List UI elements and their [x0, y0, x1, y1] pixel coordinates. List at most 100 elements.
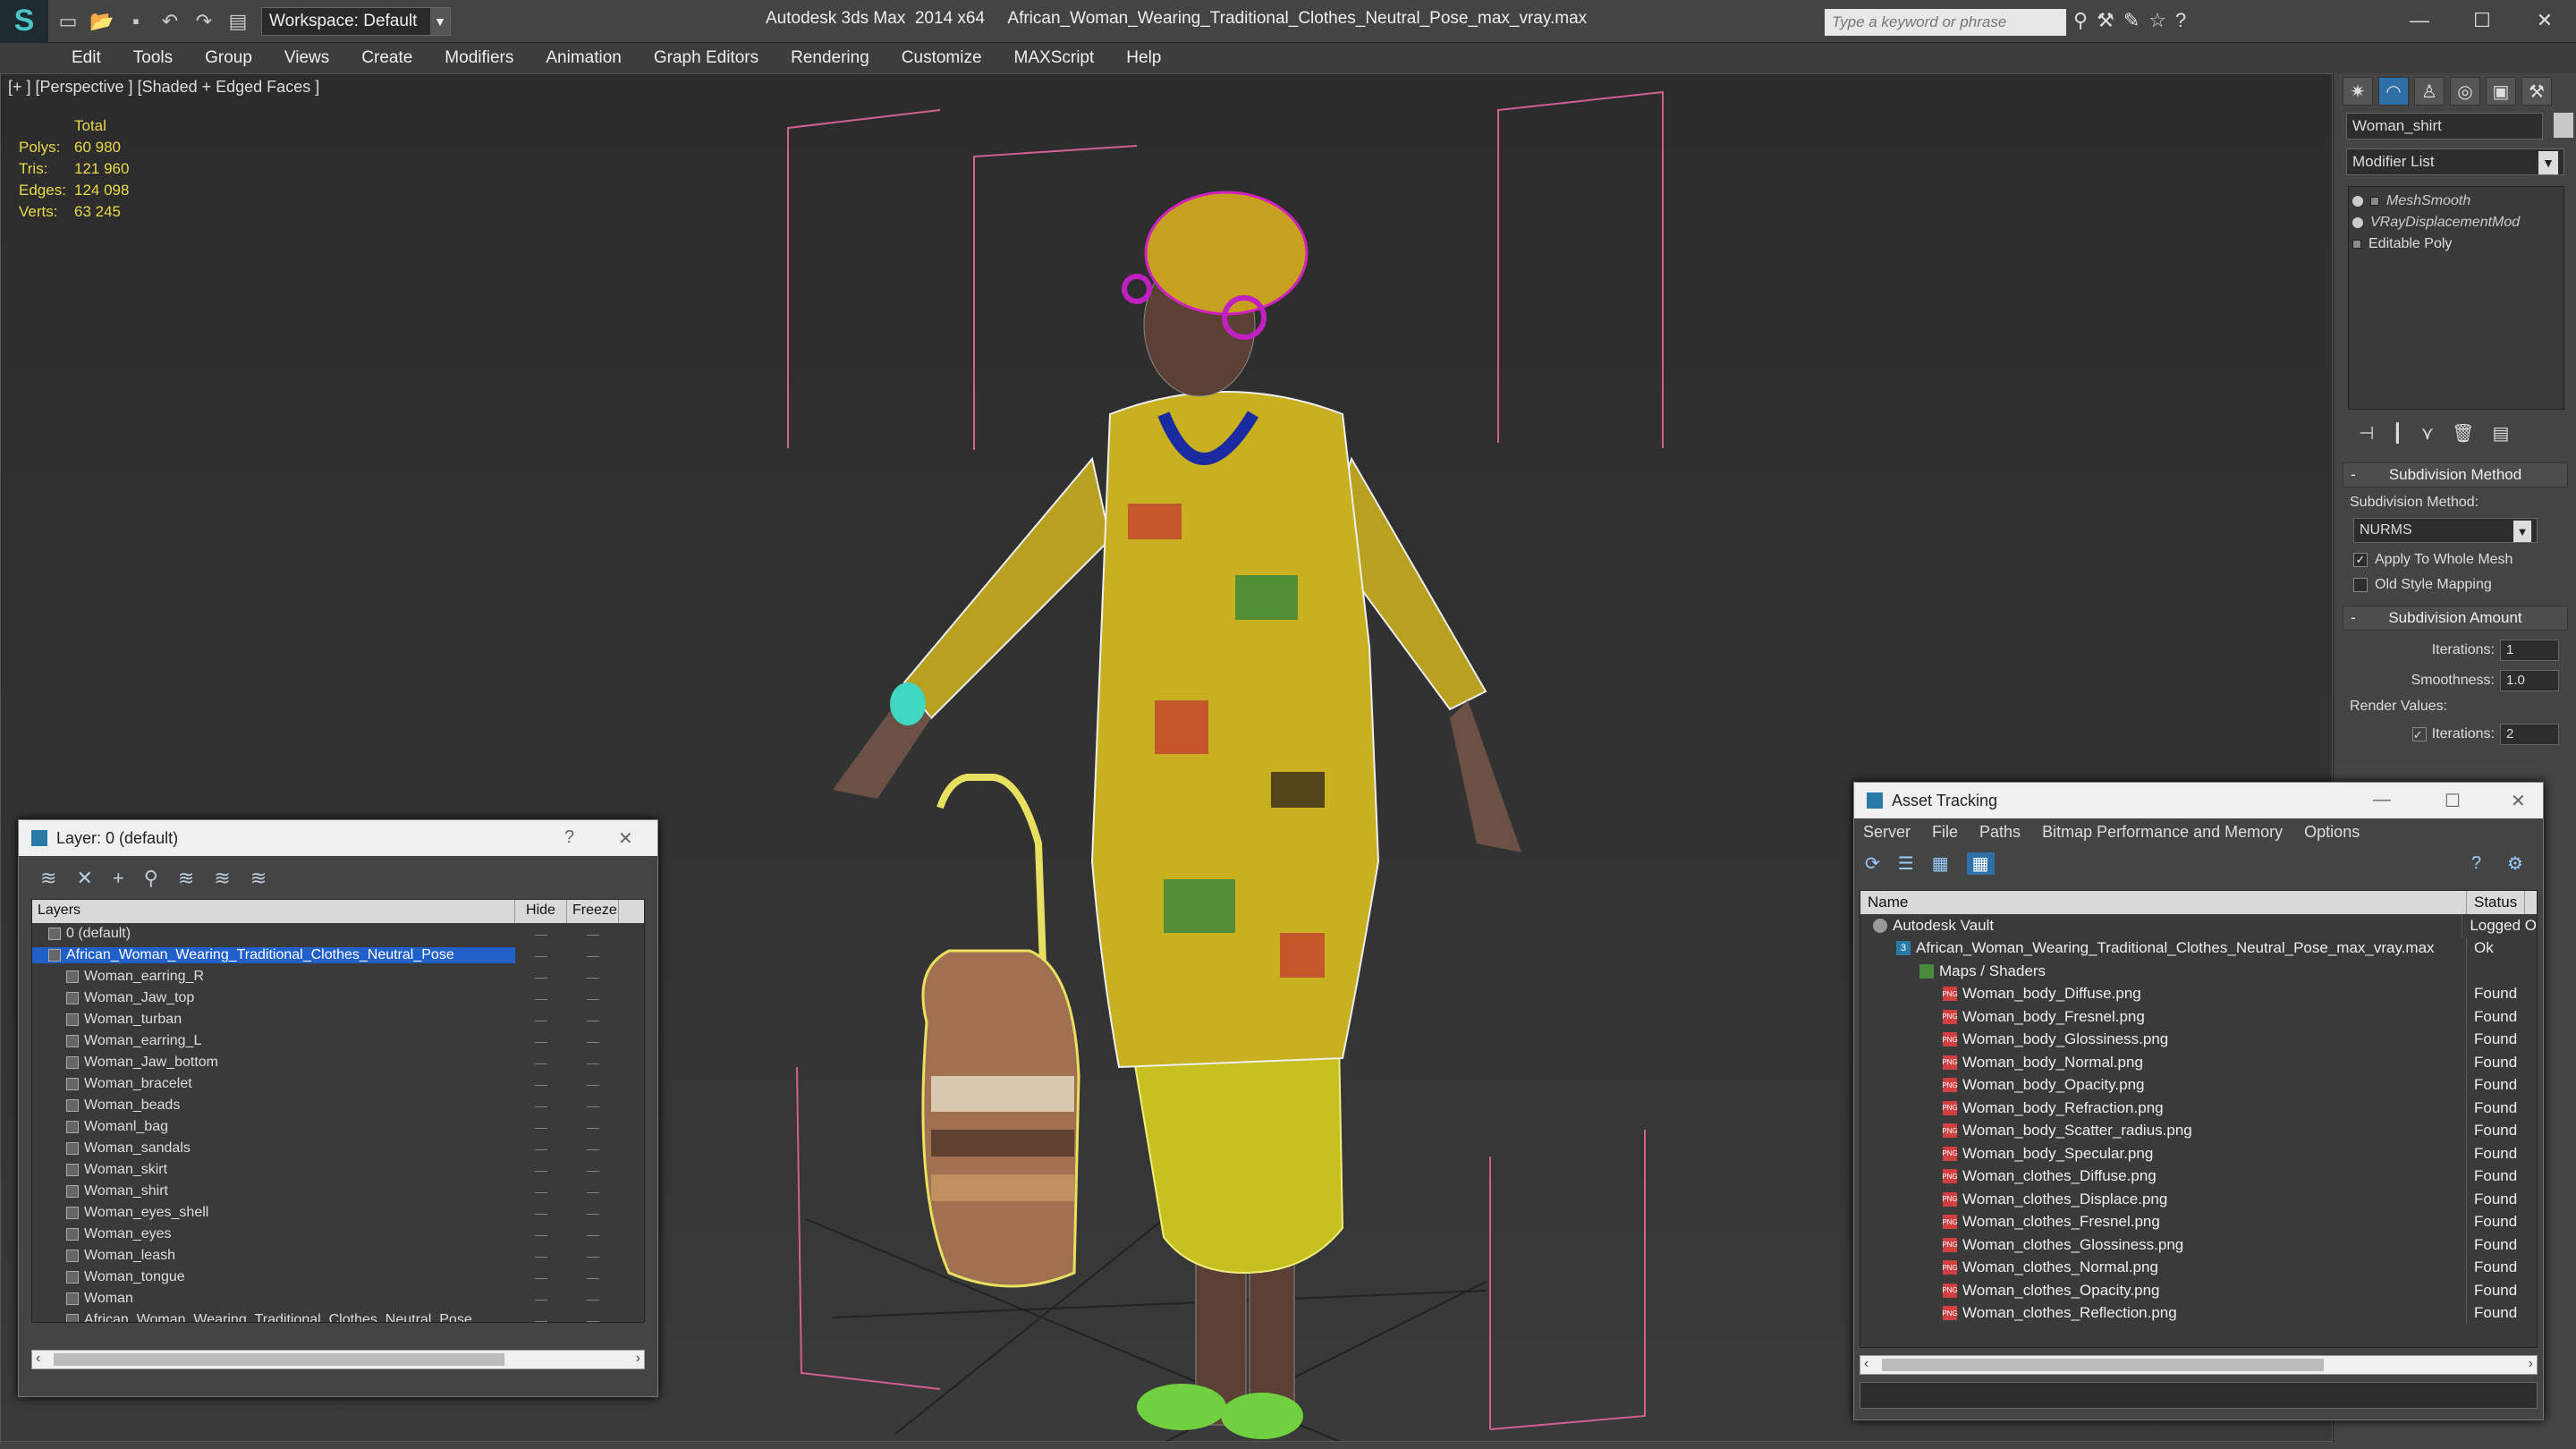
asset-path-field[interactable]: [1860, 1382, 2538, 1409]
hide-toggle[interactable]: —: [515, 1313, 567, 1322]
menu-customize[interactable]: Customize: [902, 48, 982, 68]
menu-edit[interactable]: Edit: [72, 48, 101, 68]
menu-group[interactable]: Group: [205, 48, 252, 68]
menu-file[interactable]: File: [1932, 823, 1958, 842]
asset-row[interactable]: 3 African_Woman_Wearing_Traditional_Cloth…: [1860, 936, 2537, 960]
refresh-icon[interactable]: ⟳: [1865, 852, 1880, 875]
horizontal-scrollbar[interactable]: ‹ ›: [31, 1350, 645, 1369]
viewport-label[interactable]: [+ ] [Perspective ] [Shaded + Edged Face…: [8, 78, 319, 97]
hide-toggle[interactable]: —: [515, 1270, 567, 1284]
layer-row[interactable]: Woman_earring_R — —: [32, 966, 644, 987]
freeze-toggle[interactable]: —: [567, 1270, 619, 1284]
hide-toggle[interactable]: —: [515, 1034, 567, 1048]
freeze-toggle[interactable]: —: [567, 948, 619, 962]
maximize-icon[interactable]: ☐: [2445, 790, 2461, 812]
asset-row[interactable]: PNG Woman_body_Refraction.png Found: [1860, 1097, 2537, 1120]
project-folder-icon[interactable]: ▤: [224, 7, 252, 36]
hide-toggle[interactable]: —: [515, 1227, 567, 1241]
hide-toggle[interactable]: —: [515, 1292, 567, 1306]
redo-icon[interactable]: ↷: [190, 7, 218, 36]
menu-help[interactable]: Help: [1126, 48, 1161, 68]
layer-row[interactable]: Woman_eyes_shell — —: [32, 1202, 644, 1224]
freeze-toggle[interactable]: —: [567, 1098, 619, 1113]
freeze-toggle[interactable]: —: [567, 1077, 619, 1091]
rollout-header-subdivision-amount[interactable]: Subdivision Amount: [2343, 606, 2568, 631]
freeze-toggle[interactable]: —: [567, 1055, 619, 1070]
layer-row[interactable]: Woman_shirt — —: [32, 1181, 644, 1202]
freeze-toggle[interactable]: —: [567, 1313, 619, 1322]
freeze-toggle[interactable]: —: [567, 1184, 619, 1199]
create-layer-icon[interactable]: ≋: [40, 867, 56, 890]
layer-row[interactable]: Woman_tongue — —: [32, 1267, 644, 1288]
layer-row[interactable]: Woman_Jaw_bottom — —: [32, 1052, 644, 1073]
add-to-layer-icon[interactable]: +: [113, 867, 124, 890]
iterations-input[interactable]: 1: [2500, 640, 2559, 661]
layer-row[interactable]: Woman_eyes — —: [32, 1224, 644, 1245]
scrollbar-thumb[interactable]: [1882, 1359, 2324, 1371]
layer-row[interactable]: Woman_Jaw_top — —: [32, 987, 644, 1009]
new-file-icon[interactable]: ▭: [54, 7, 82, 36]
old-style-mapping-checkbox[interactable]: Old Style Mapping: [2353, 577, 2568, 593]
menu-graph-editors[interactable]: Graph Editors: [654, 48, 758, 68]
menu-paths[interactable]: Paths: [1979, 823, 2021, 842]
configure-modifier-sets-icon[interactable]: ▤: [2493, 422, 2510, 445]
help-icon[interactable]: ?: [2471, 853, 2481, 874]
stack-item-meshsmooth[interactable]: MeshSmooth: [2352, 191, 2560, 212]
scroll-right-icon[interactable]: ›: [2529, 1356, 2533, 1372]
asset-row[interactable]: Autodesk Vault Logged O: [1860, 914, 2537, 937]
layer-row[interactable]: Womanl_bag — —: [32, 1116, 644, 1138]
close-icon[interactable]: ✕: [618, 827, 633, 850]
menu-server[interactable]: Server: [1863, 823, 1911, 842]
layer-row[interactable]: African_Woman_Wearing_Traditional_Clothe…: [32, 945, 644, 966]
asset-row[interactable]: PNG Woman_clothes_Diffuse.png Found: [1860, 1165, 2537, 1188]
layer-row[interactable]: Woman_bracelet — —: [32, 1073, 644, 1095]
utilities-tab-icon[interactable]: ⚒: [2521, 77, 2552, 106]
hide-toggle[interactable]: —: [515, 970, 567, 984]
layer-row[interactable]: Woman_leash — —: [32, 1245, 644, 1267]
menu-modifiers[interactable]: Modifiers: [445, 48, 513, 68]
asset-row[interactable]: PNG Woman_body_Diffuse.png Found: [1860, 982, 2537, 1005]
hide-toggle[interactable]: —: [515, 1206, 567, 1220]
dialog-title-bar[interactable]: Layer: 0 (default) ? ✕: [19, 820, 657, 856]
asset-row[interactable]: PNG Woman_clothes_Fresnel.png Found: [1860, 1210, 2537, 1233]
save-file-icon[interactable]: ▪: [122, 7, 150, 36]
stack-item-vraydisplacementmod[interactable]: VRayDisplacementMod: [2352, 212, 2560, 233]
layer-row[interactable]: Woman — —: [32, 1288, 644, 1309]
help-icon[interactable]: ?: [2175, 9, 2186, 32]
hide-toggle[interactable]: —: [515, 1184, 567, 1199]
object-color-swatch[interactable]: [2554, 113, 2573, 138]
asset-row[interactable]: PNG Woman_clothes_Glossiness.png Found: [1860, 1233, 2537, 1257]
freeze-toggle[interactable]: —: [567, 1249, 619, 1263]
subdivision-method-dropdown[interactable]: NURMS ▼: [2353, 518, 2538, 543]
app-logo-icon[interactable]: S: [0, 0, 48, 43]
menu-maxscript[interactable]: MAXScript: [1014, 48, 1095, 68]
table-view-icon[interactable]: ▦: [1966, 852, 1995, 875]
hide-all-icon[interactable]: ≋: [214, 867, 230, 890]
stack-item-editable-poly[interactable]: Editable Poly: [2352, 233, 2560, 255]
menu-rendering[interactable]: Rendering: [791, 48, 869, 68]
hide-toggle[interactable]: —: [515, 927, 567, 941]
column-name[interactable]: Name: [1860, 891, 2467, 914]
hide-toggle[interactable]: —: [515, 1141, 567, 1156]
asset-row[interactable]: PNG Woman_clothes_Normal.png Found: [1860, 1256, 2537, 1279]
hide-toggle[interactable]: —: [515, 1098, 567, 1113]
menu-views[interactable]: Views: [284, 48, 329, 68]
close-icon[interactable]: ✕: [2511, 790, 2526, 812]
asset-row[interactable]: PNG Woman_body_Specular.png Found: [1860, 1142, 2537, 1165]
menu-animation[interactable]: Animation: [546, 48, 622, 68]
hide-toggle[interactable]: —: [515, 1013, 567, 1027]
expand-icon[interactable]: [2352, 240, 2361, 249]
rollout-header-subdivision-method[interactable]: Subdivision Method: [2343, 462, 2568, 487]
select-objects-icon[interactable]: ⚲: [144, 867, 158, 890]
asset-row[interactable]: PNG Woman_clothes_Reflection.png Found: [1860, 1301, 2537, 1325]
hide-toggle[interactable]: —: [515, 1120, 567, 1134]
column-status[interactable]: Status: [2467, 891, 2526, 914]
menu-options[interactable]: Options: [2304, 823, 2360, 842]
column-layers[interactable]: Layers: [32, 900, 515, 923]
asset-row[interactable]: PNG Woman_clothes_Opacity.png Found: [1860, 1279, 2537, 1302]
remove-modifier-icon[interactable]: 🗑: [2452, 422, 2474, 445]
column-freeze[interactable]: Freeze: [567, 900, 619, 923]
layer-row[interactable]: Woman_beads — —: [32, 1095, 644, 1116]
hide-toggle[interactable]: —: [515, 1249, 567, 1263]
minimize-icon[interactable]: —: [2388, 4, 2451, 38]
